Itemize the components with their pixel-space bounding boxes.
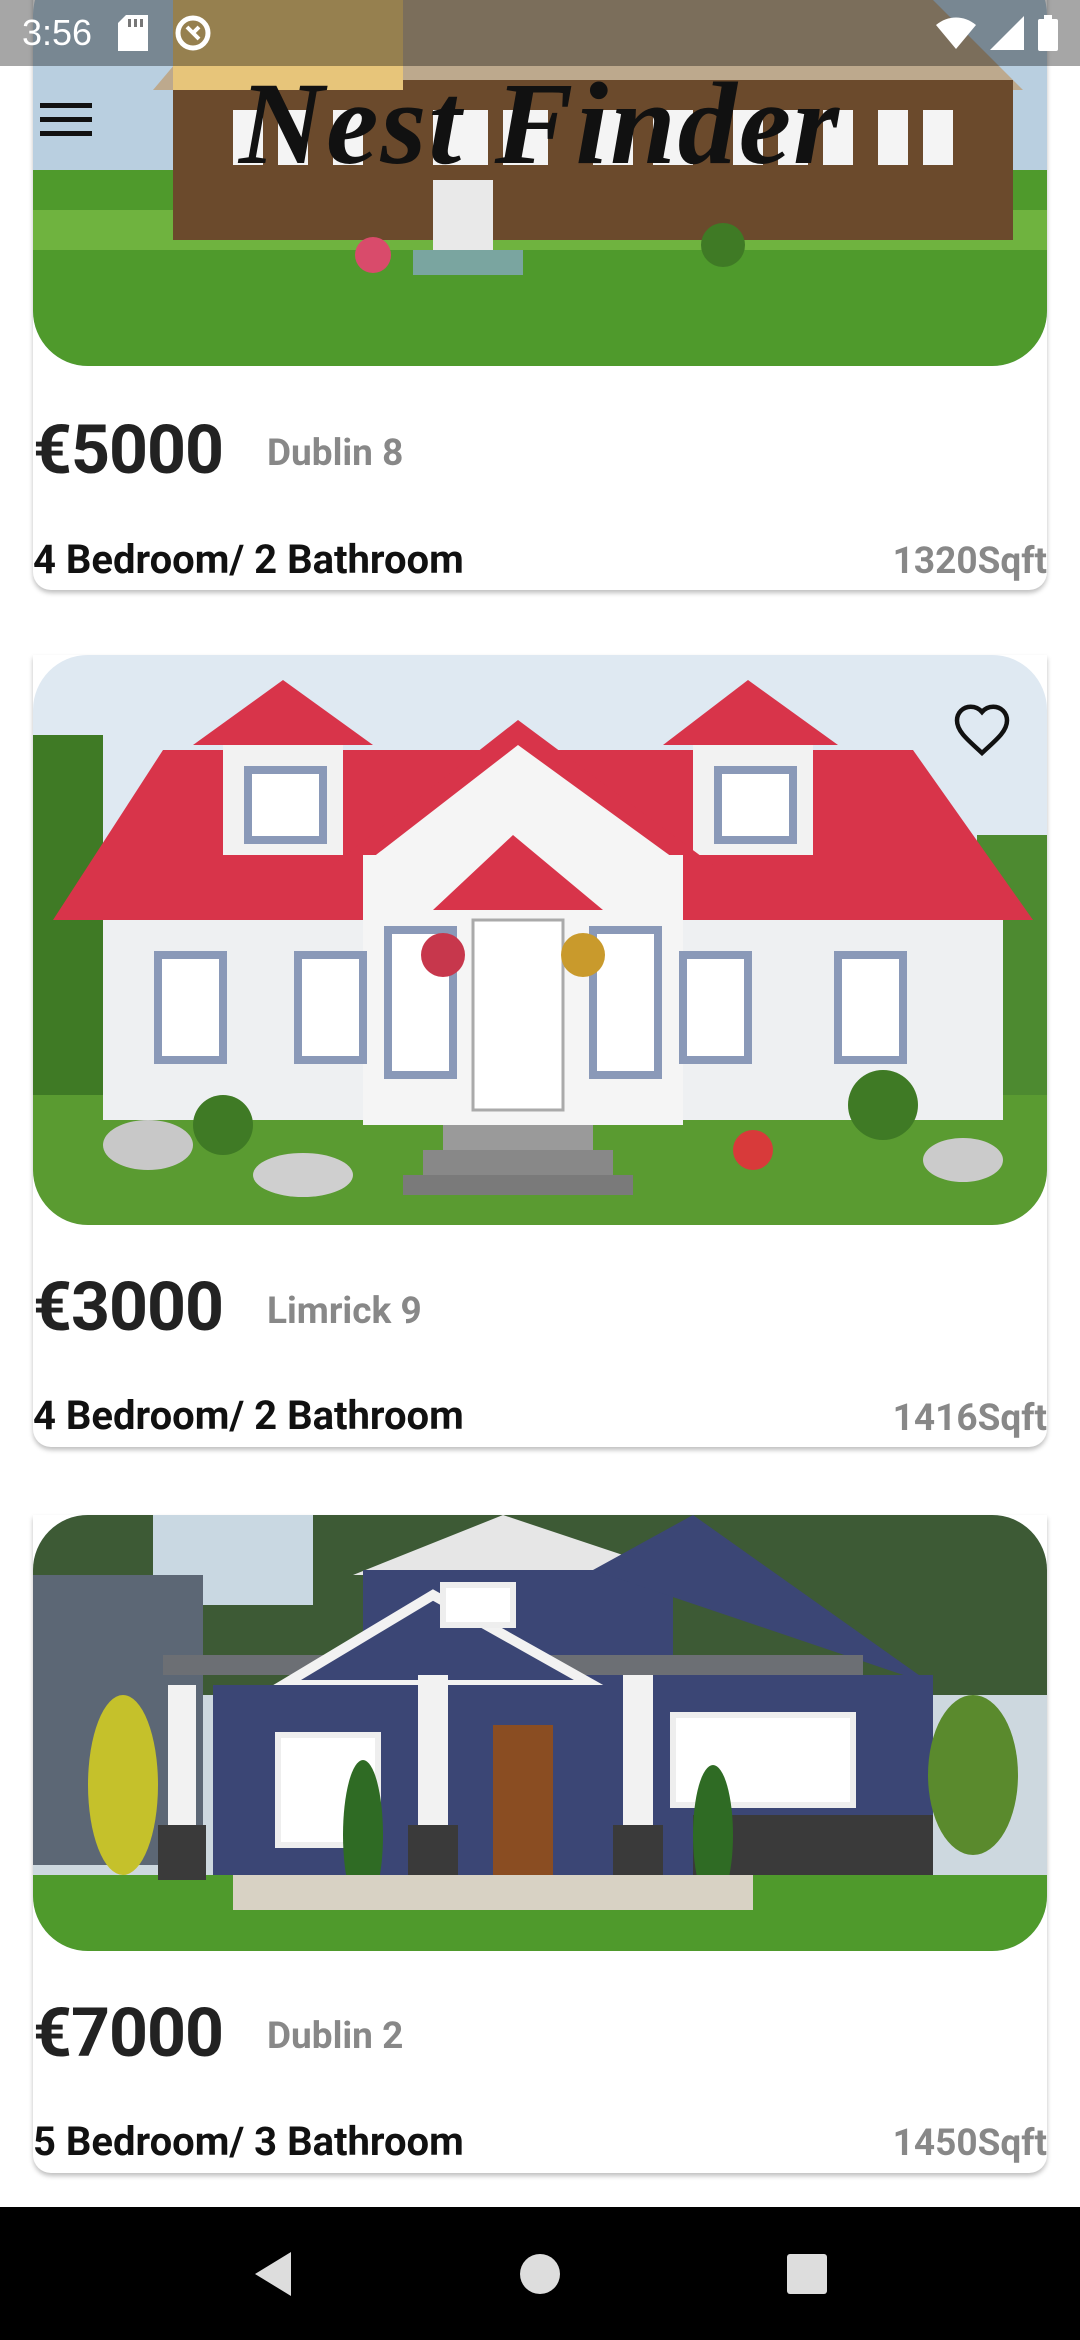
status-bar: 3:56 [0,0,1080,66]
listing-photo [33,1515,1047,1951]
listing-location: Dublin 2 [267,2015,404,2058]
cell-signal-icon [990,16,1024,50]
status-time: 3:56 [22,12,93,53]
listing-rooms: 4 Bedroom/ 2 Bathroom [33,1392,464,1439]
listing-rooms: 4 Bedroom/ 2 Bathroom [33,536,464,583]
back-icon[interactable] [233,2234,313,2314]
listing-card[interactable]: €3000 Limrick 9 4 Bedroom/ 2 Bathroom 14… [33,655,1047,1447]
listing-card[interactable]: €7000 Dublin 2 5 Bedroom/ 3 Bathroom 145… [33,1515,1047,2173]
app-bar: Nest Finder [0,58,1080,221]
listing-price: €3000 [33,1267,224,1347]
home-icon[interactable] [500,2234,580,2314]
sd-card-icon [118,15,149,51]
listing-photo [33,655,1047,1225]
listing-rooms: 5 Bedroom/ 3 Bathroom [33,2118,464,2165]
data-saver-icon [174,14,212,52]
recents-icon[interactable] [767,2234,847,2314]
system-navigation-bar [0,2207,1080,2340]
wifi-icon [936,17,976,49]
listing-price: €5000 [33,410,224,490]
listing-area: 1450Sqft [892,2122,1047,2165]
app-title: Nest Finder [238,58,842,189]
listing-location: Limrick 9 [267,1290,422,1333]
listing-area: 1416Sqft [892,1397,1047,1440]
listing-area: 1320Sqft [892,540,1047,583]
favorite-heart-icon[interactable] [947,693,1017,763]
listing-location: Dublin 8 [267,432,404,475]
listing-price: €7000 [33,1993,224,2073]
battery-icon [1038,15,1058,51]
